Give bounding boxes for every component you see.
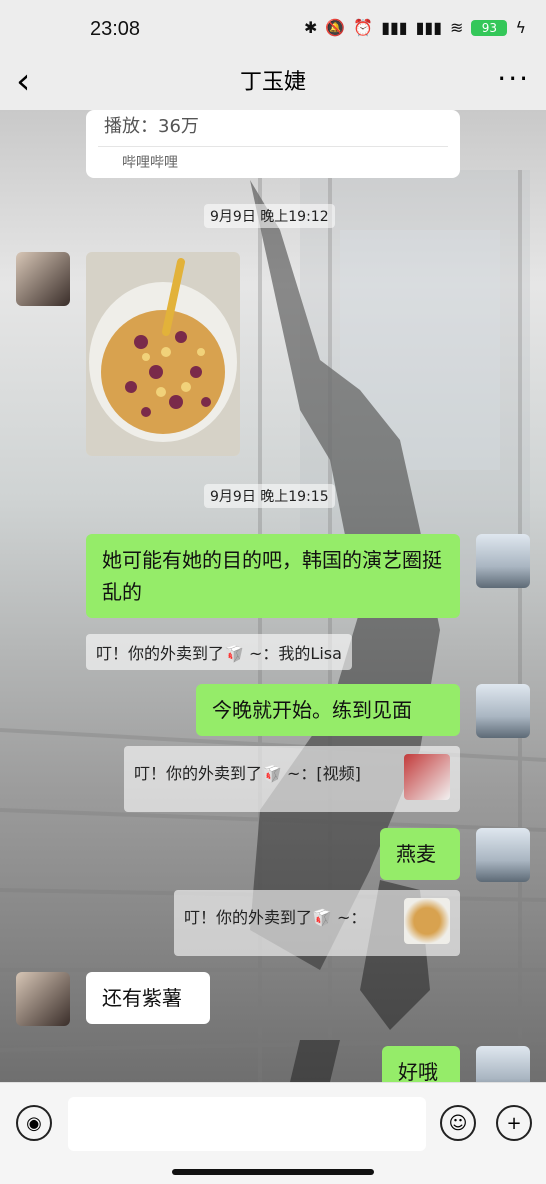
alarm-icon: ⏰: [353, 18, 374, 37]
chat-title: 丁玉婕: [239, 69, 306, 94]
sent-message-bubble[interactable]: 燕麦: [380, 828, 460, 880]
signal-hd-icon: ▮▮▮: [381, 18, 408, 37]
emoji-icon[interactable]: ☺: [440, 1105, 476, 1141]
timestamp: 9月9日 晚上19:15: [204, 484, 335, 508]
received-message-bubble[interactable]: 还有紫薯: [86, 972, 210, 1024]
avatar[interactable]: [476, 828, 530, 882]
bell-off-icon: 🔕: [325, 18, 346, 37]
signal-hd-icon: ▮▮▮: [415, 18, 443, 37]
video-thumbnail[interactable]: [404, 754, 450, 800]
input-bar: ◉ ☺ +: [0, 1082, 546, 1184]
home-indicator: [172, 1169, 374, 1175]
message-input[interactable]: [68, 1097, 426, 1151]
image-thumbnail[interactable]: [404, 898, 450, 944]
plus-icon[interactable]: +: [496, 1105, 532, 1141]
sent-message-bubble[interactable]: 好哦: [382, 1046, 460, 1082]
avatar[interactable]: [476, 1046, 530, 1082]
battery-icon: 93: [471, 19, 508, 36]
timestamp: 9月9日 晚上19:12: [204, 204, 335, 228]
shared-video-card[interactable]: 播放：36万 哔哩哔哩: [86, 110, 460, 178]
status-time: 23:08: [90, 18, 141, 40]
chat-area[interactable]: 播放：36万 哔哩哔哩 9月9日 晚上19:12 9月9日 晚上19:15 她可…: [0, 110, 546, 1082]
wifi-icon: ≋: [450, 18, 464, 37]
avatar[interactable]: [16, 252, 70, 306]
sent-message-bubble[interactable]: 她可能有她的目的吧，韩国的演艺圈挺乱的: [86, 534, 460, 618]
sent-message-bubble[interactable]: 今晚就开始。练到见面: [196, 684, 460, 736]
status-icons: ✱ 🔕 ⏰ ▮▮▮ ▮▮▮ ≋ 93 ϟ: [304, 18, 526, 37]
bluetooth-icon: ✱: [303, 18, 318, 37]
charging-icon: ϟ: [515, 18, 526, 37]
more-dots-icon[interactable]: ···: [497, 62, 530, 95]
avatar[interactable]: [476, 534, 530, 588]
status-bar: 23:08 ✱ 🔕 ⏰ ▮▮▮ ▮▮▮ ≋ 93 ϟ: [0, 0, 546, 60]
card-play-count: 播放：36万: [104, 116, 199, 137]
system-message-text: 叮！你的外卖到了🥡 ~：: [184, 908, 367, 927]
system-message: 叮！你的外卖到了🥡 ~：: [174, 890, 460, 956]
card-divider: [98, 146, 448, 147]
system-message: 叮！你的外卖到了🥡 ~：[视频]: [124, 746, 460, 812]
image-message[interactable]: [86, 252, 240, 456]
oat-bowl-image: [86, 252, 240, 456]
system-message: 叮！你的外卖到了🥡 ~：我的Lisa: [86, 634, 352, 670]
system-message-text: 叮！你的外卖到了🥡 ~：[视频]: [134, 764, 361, 783]
voice-icon[interactable]: ◉: [16, 1105, 52, 1141]
avatar[interactable]: [476, 684, 530, 738]
card-source: 哔哩哔哩: [122, 155, 178, 171]
avatar[interactable]: [16, 972, 70, 1026]
